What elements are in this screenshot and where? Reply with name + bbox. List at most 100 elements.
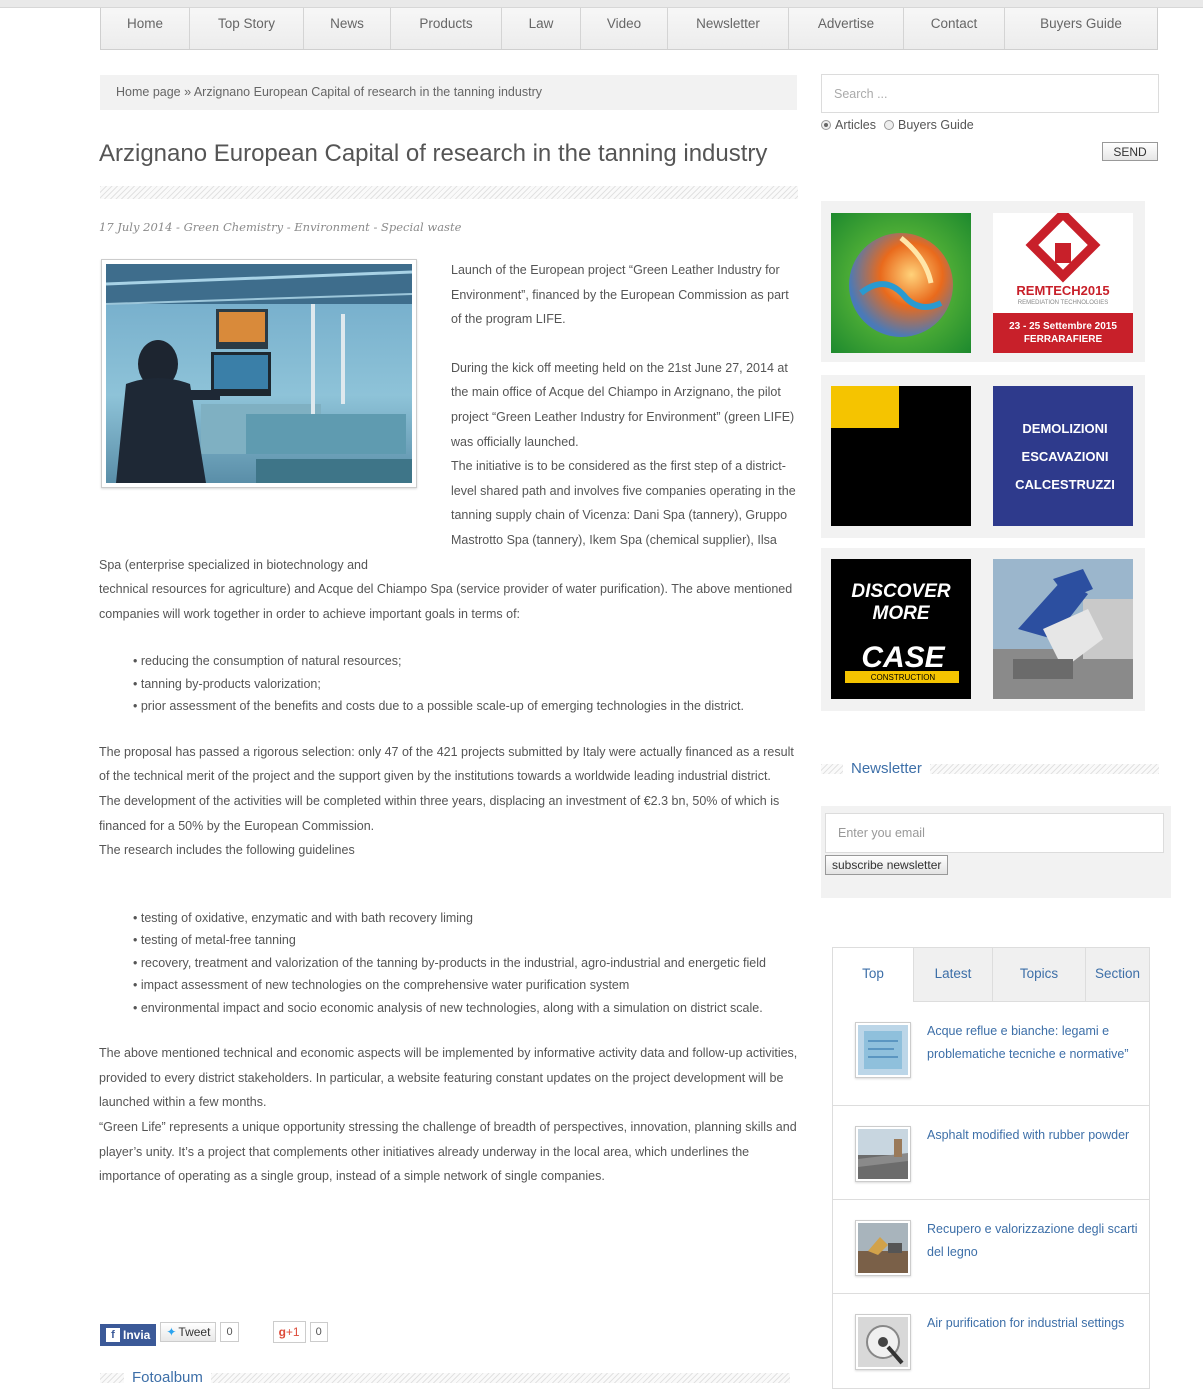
nav-item-video[interactable]: Video <box>581 8 668 49</box>
ad-remtech-banner[interactable]: REMTECH2015 REMEDIATION TECHNOLOGIES 23 … <box>993 213 1133 353</box>
nav-item-contact[interactable]: Contact <box>904 8 1005 49</box>
demolizioni-line-1: DEMOLIZIONI <box>1022 421 1107 436</box>
newsletter-email-input[interactable] <box>825 813 1164 853</box>
facebook-share-label: Invia <box>123 1328 151 1342</box>
news-title-link[interactable]: Acque reflue e bianche: legami e problem… <box>927 1020 1149 1105</box>
google-plus-label: +1 <box>285 1325 300 1339</box>
newsletter-heading-label: Newsletter <box>843 760 930 777</box>
list-item[interactable]: Recupero e valorizzazione degli scarti d… <box>833 1200 1149 1294</box>
ad-green-chemistry-banner[interactable] <box>831 213 971 353</box>
nav-item-home[interactable]: Home <box>101 8 190 49</box>
breadcrumb-current: Arzignano European Capital of research i… <box>193 85 542 99</box>
tab-topics[interactable]: Topics <box>992 948 1085 1001</box>
google-plus-icon: g <box>278 1325 286 1339</box>
radio-buyers-guide-label: Buyers Guide <box>897 118 974 132</box>
list-item: testing of metal-free tanning <box>133 929 799 952</box>
breadcrumb: Home page » Arzignano European Capital o… <box>100 75 797 110</box>
case-subtitle: CONSTRUCTION <box>871 673 936 682</box>
news-thumbnail[interactable] <box>855 1126 911 1182</box>
case-line-1: DISCOVER <box>851 581 951 602</box>
remtech-dates: 23 - 25 Settembre 2015 <box>1009 321 1117 332</box>
news-title-link[interactable]: Recupero e valorizzazione degli scarti d… <box>927 1218 1149 1293</box>
nav-item-advertise[interactable]: Advertise <box>789 8 904 49</box>
subscribe-newsletter-button[interactable]: subscribe newsletter <box>825 855 949 875</box>
title-divider <box>100 186 798 199</box>
goals-list: reducing the consumption of natural reso… <box>99 650 799 718</box>
article-paragraph: The research includes the following guid… <box>99 843 355 858</box>
tweet-label: Tweet <box>178 1325 211 1339</box>
remtech-brand: REMTECH2015 <box>1016 283 1109 298</box>
list-item: testing of oxidative, enzymatic and with… <box>133 907 799 930</box>
article-paragraph: The development of the activities will b… <box>99 794 780 833</box>
tweet-button[interactable]: ✦ Tweet <box>160 1322 217 1342</box>
case-line-2: MORE <box>873 603 931 624</box>
tweet-count: 0 <box>220 1322 239 1342</box>
tab-top[interactable]: Top <box>833 948 913 1002</box>
breadcrumb-separator: » <box>180 85 194 99</box>
news-tabs-panel: Top Latest Topics Section Acque reflue e… <box>832 947 1150 1389</box>
article-paragraph: technical resources for agriculture) and… <box>99 582 793 621</box>
list-item: environmental impact and socio economic … <box>133 997 799 1020</box>
search-input[interactable] <box>821 74 1159 113</box>
main-nav: Home Top Story News Products Law Video N… <box>100 8 1158 50</box>
list-item[interactable]: Air purification for industrial settings <box>833 1294 1149 1388</box>
guidelines-list: testing of oxidative, enzymatic and with… <box>99 907 799 1020</box>
demolizioni-line-2: ESCAVAZIONI <box>1022 449 1109 464</box>
social-share-bar: f Invia ✦ Tweet 0 g +1 0 <box>100 1318 328 1346</box>
news-thumbnail[interactable] <box>855 1314 911 1370</box>
google-plus-button[interactable]: g +1 <box>272 1321 306 1343</box>
nav-item-news[interactable]: News <box>304 8 391 49</box>
ad-row-1: REMTECH2015 REMEDIATION TECHNOLOGIES 23 … <box>821 201 1145 362</box>
tab-bar: Top Latest Topics Section <box>833 948 1149 1002</box>
nav-item-law[interactable]: Law <box>502 8 581 49</box>
ad-row-2: DEMOLIZIONI ESCAVAZIONI CALCESTRUZZI <box>821 375 1145 538</box>
fotoalbum-heading: Fotoalbum <box>100 1369 790 1386</box>
radio-articles[interactable] <box>821 120 831 130</box>
article-paragraph: The above mentioned technical and econom… <box>99 1046 798 1110</box>
facebook-icon: f <box>106 1328 120 1342</box>
fotoalbum-label[interactable]: Fotoalbum <box>124 1369 211 1386</box>
nav-item-products[interactable]: Products <box>391 8 502 49</box>
newsletter-heading: Newsletter <box>821 760 1159 777</box>
article-body: Launch of the European project “Green Le… <box>99 258 799 1189</box>
top-bar <box>0 0 1203 8</box>
ad-row-3: DISCOVER MORE CASE CONSTRUCTION <box>821 548 1145 711</box>
list-item: reducing the consumption of natural reso… <box>133 650 799 673</box>
radio-buyers-guide[interactable] <box>883 120 894 130</box>
ad-excavator-banner[interactable] <box>993 559 1133 699</box>
list-item: impact assessment of new technologies on… <box>133 974 799 997</box>
list-item[interactable]: Asphalt modified with rubber powder <box>833 1106 1149 1200</box>
list-item[interactable]: Acque reflue e bianche: legami e problem… <box>833 1002 1149 1106</box>
news-thumbnail[interactable] <box>855 1022 911 1078</box>
page-title: Arzignano European Capital of research i… <box>99 140 768 167</box>
article-paragraph: “Green Life” represents a unique opportu… <box>99 1120 797 1184</box>
demolizioni-line-3: CALCESTRUZZI <box>1015 477 1115 492</box>
twitter-bird-icon: ✦ <box>166 1325 177 1339</box>
ad-demolizioni-banner[interactable]: DEMOLIZIONI ESCAVAZIONI CALCESTRUZZI <box>993 386 1133 526</box>
google-plus-count: 0 <box>309 1322 328 1342</box>
tab-section[interactable]: Section <box>1085 948 1149 1001</box>
news-thumbnail[interactable] <box>855 1220 911 1276</box>
list-item: tanning by-products valorization; <box>133 673 799 696</box>
ad-case-construction-banner[interactable]: DISCOVER MORE CASE CONSTRUCTION <box>831 559 971 699</box>
image-float-spacer <box>99 258 451 530</box>
news-title-link[interactable]: Air purification for industrial settings <box>927 1312 1124 1388</box>
nav-item-buyers-guide[interactable]: Buyers Guide <box>1005 8 1157 49</box>
radio-articles-label: Articles <box>835 118 876 132</box>
nav-item-top-story[interactable]: Top Story <box>190 8 304 49</box>
nav-item-newsletter[interactable]: Newsletter <box>668 8 789 49</box>
ad-black-yellow-banner[interactable] <box>831 386 971 526</box>
list-item: recovery, treatment and valorization of … <box>133 952 799 975</box>
list-item: prior assessment of the benefits and cos… <box>133 695 799 718</box>
tab-latest[interactable]: Latest <box>913 948 992 1001</box>
facebook-share-button[interactable]: f Invia <box>100 1324 157 1346</box>
article-paragraph: The proposal has passed a rigorous selec… <box>99 744 794 784</box>
remtech-subtitle: REMEDIATION TECHNOLOGIES <box>1018 300 1108 306</box>
send-button[interactable]: SEND <box>1102 142 1158 161</box>
search-scope: Articles Buyers Guide <box>821 118 974 132</box>
article-meta: 17 July 2014 - Green Chemistry - Environ… <box>99 220 462 234</box>
breadcrumb-home-link[interactable]: Home page <box>116 85 181 99</box>
news-title-link[interactable]: Asphalt modified with rubber powder <box>927 1124 1129 1199</box>
remtech-venue: FERRARAFIERE <box>1024 334 1103 345</box>
case-brand: CASE <box>861 641 945 674</box>
